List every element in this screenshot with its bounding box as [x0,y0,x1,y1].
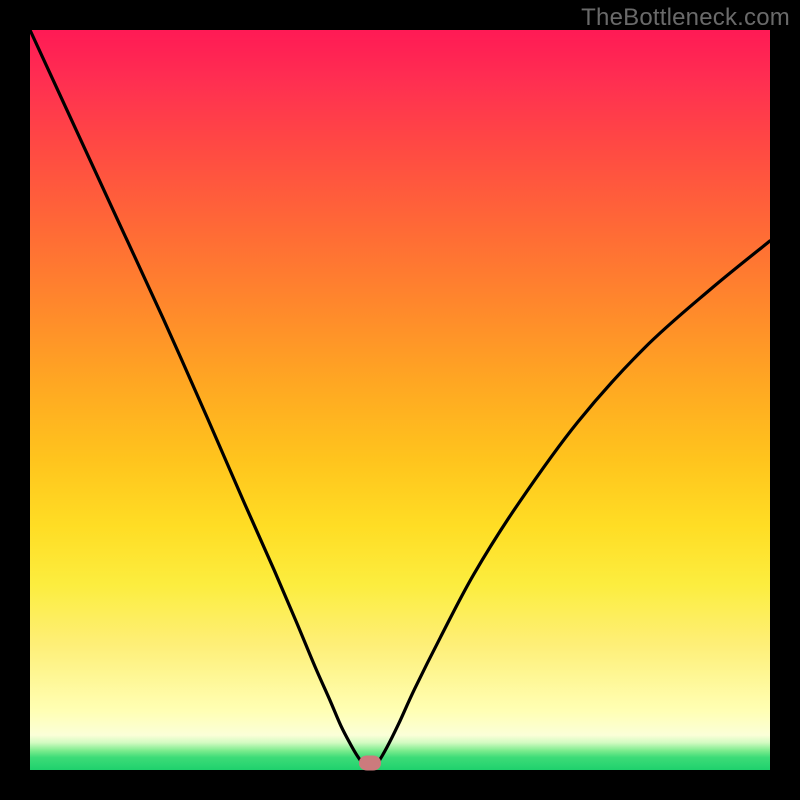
plot-area [30,30,770,770]
bottleneck-curve [30,30,770,770]
optimum-marker [359,755,381,770]
watermark-text: TheBottleneck.com [581,4,790,32]
chart-frame: TheBottleneck.com [0,0,800,800]
